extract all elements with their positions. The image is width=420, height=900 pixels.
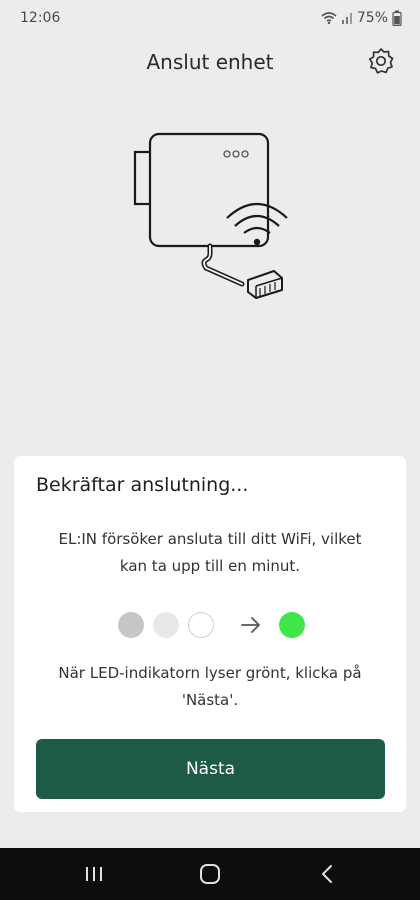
connection-card: Bekräftar anslutning... EL:IN försöker a… bbox=[14, 456, 406, 812]
connector-plug bbox=[247, 270, 283, 299]
status-time: 12:06 bbox=[20, 10, 61, 26]
gear-icon bbox=[368, 48, 394, 74]
status-bar: 12:06 75% bbox=[0, 0, 420, 36]
device-side-tab bbox=[133, 150, 153, 206]
led-dot-1 bbox=[118, 612, 144, 638]
led-dot-3 bbox=[188, 612, 214, 638]
wifi-icon bbox=[321, 12, 337, 25]
next-button[interactable]: Nästa bbox=[36, 739, 385, 799]
led-sequence bbox=[118, 612, 308, 640]
system-nav-bar bbox=[0, 848, 420, 900]
recent-apps-icon[interactable] bbox=[80, 862, 108, 886]
card-description: EL:IN försöker ansluta till ditt WiFi, v… bbox=[58, 530, 362, 575]
home-icon[interactable] bbox=[196, 862, 224, 886]
status-icons: 75% bbox=[321, 10, 402, 26]
card-hint: När LED-indikatorn lyser grönt, klicka p… bbox=[58, 664, 362, 709]
settings-button[interactable] bbox=[366, 46, 396, 76]
battery-icon bbox=[392, 10, 402, 26]
page-title: Anslut enhet bbox=[146, 50, 274, 74]
led-dot-green bbox=[279, 612, 305, 638]
battery-percentage: 75% bbox=[356, 10, 388, 26]
card-title: Bekräftar anslutning... bbox=[36, 474, 249, 496]
device-illustration bbox=[133, 132, 288, 299]
next-button-label: Nästa bbox=[185, 759, 236, 779]
arrow-right-icon bbox=[241, 617, 260, 633]
back-icon[interactable] bbox=[314, 862, 342, 886]
app-header: Anslut enhet bbox=[0, 40, 420, 84]
led-dot-2 bbox=[153, 612, 179, 638]
signal-icon bbox=[341, 13, 352, 24]
